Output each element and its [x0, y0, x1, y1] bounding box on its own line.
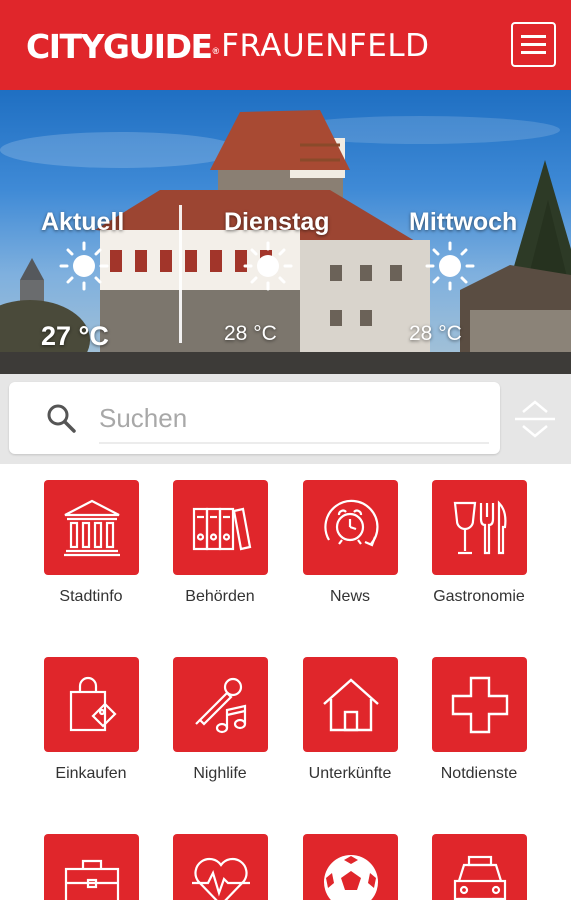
- category-label: Stadtinfo: [59, 588, 123, 605]
- weather-day-label: Mittwoch: [409, 208, 518, 236]
- binders-icon: [192, 507, 251, 550]
- weather-divider: [179, 205, 182, 343]
- hamburger-menu-icon: [521, 35, 546, 38]
- city-hall-icon: [63, 499, 120, 556]
- search-box[interactable]: [9, 382, 500, 454]
- soccer-ball-icon: [323, 854, 378, 900]
- logo-brand: CITYGUIDE: [26, 26, 213, 66]
- category-label: Nighlife: [193, 765, 247, 782]
- medical-cross-icon: [451, 676, 508, 733]
- car-icon: [453, 855, 506, 900]
- logo-city: FRAUENFELD: [221, 28, 430, 64]
- sun-icon: [59, 241, 109, 291]
- weather-banner: Aktuell 27 °C Dienstag 28 °C Mittwoch 28…: [0, 90, 571, 374]
- weather-temp-label: 28 °C: [409, 322, 462, 345]
- logo-registered-mark: ®: [212, 46, 220, 56]
- house-icon: [322, 677, 379, 731]
- category-label: Einkaufen: [55, 765, 127, 782]
- weather-day-label: Aktuell: [41, 208, 125, 236]
- weather-temp-label: 28 °C: [224, 322, 277, 345]
- app-logo: CITYGUIDE ® FRAUENFELD: [26, 24, 430, 68]
- search-underline: [99, 442, 489, 444]
- sun-icon: [243, 241, 293, 291]
- microphone-music-icon: [194, 677, 246, 733]
- hamburger-menu-button[interactable]: [511, 22, 556, 67]
- category-label: Gastronomie: [433, 588, 525, 605]
- expand-collapse-icon[interactable]: [512, 398, 558, 440]
- category-label: Notdienste: [440, 765, 518, 782]
- heart-pulse-icon: [191, 857, 250, 900]
- category-label: Unterkünfte: [308, 765, 392, 782]
- category-label: Behörden: [185, 588, 255, 605]
- category-label: News: [329, 588, 370, 605]
- sun-icon: [425, 241, 475, 291]
- alarm-clock-icon: [323, 499, 378, 546]
- shopping-bag-icon: [69, 676, 117, 731]
- weather-day-label: Dienstag: [224, 208, 330, 236]
- search-icon[interactable]: [45, 402, 77, 434]
- wine-cutlery-icon: [453, 499, 506, 554]
- search-input[interactable]: [99, 400, 479, 436]
- briefcase-icon: [64, 859, 119, 900]
- app-header: CITYGUIDE ® FRAUENFELD: [0, 0, 571, 90]
- weather-temp-label: 27 °C: [41, 321, 109, 351]
- search-bar-area: [0, 374, 571, 464]
